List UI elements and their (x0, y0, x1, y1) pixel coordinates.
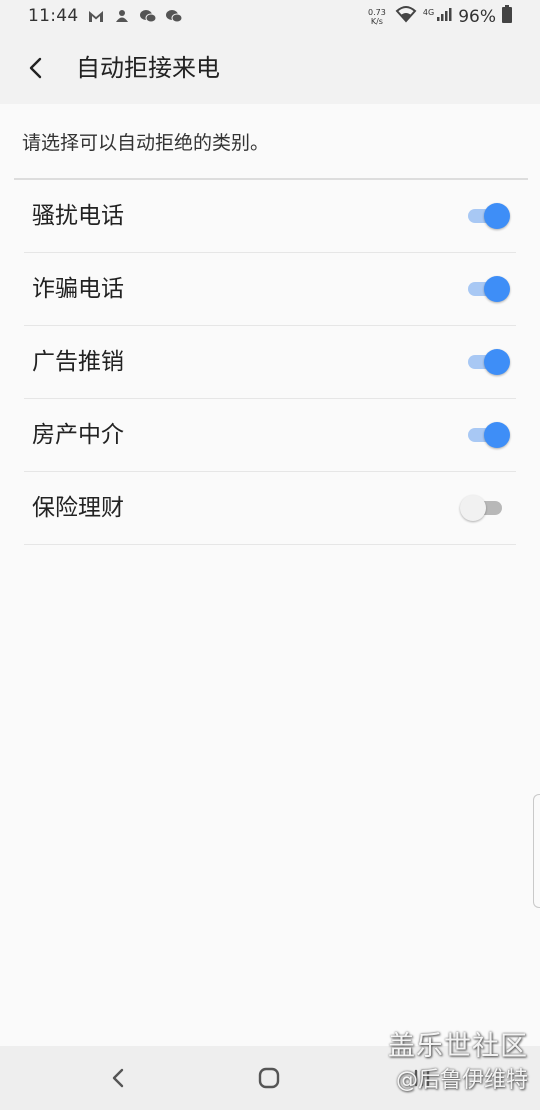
page-title: 自动拒接来电 (76, 54, 220, 82)
description-text: 请选择可以自动拒绝的类别。 (22, 132, 270, 154)
switch-thumb (484, 422, 510, 448)
switch-thumb (484, 349, 510, 375)
switch-thumb (460, 495, 486, 521)
watermark-main: 盖乐世社区 (388, 1031, 528, 1062)
list-item-label: 广告推销 (32, 349, 124, 375)
status-left: 11:44 (28, 6, 183, 26)
toggle-switch[interactable] (460, 495, 504, 521)
gmail-icon (87, 7, 105, 25)
list-item-real-estate[interactable]: 房产中介 (24, 399, 516, 472)
list-item-fraud[interactable]: 诈骗电话 (24, 253, 516, 326)
signal-icon (436, 6, 452, 27)
status-right: 0.73 K/s 4G 96% (365, 5, 512, 28)
list-item-label: 房产中介 (32, 422, 124, 448)
switch-thumb (484, 276, 510, 302)
network-type: 4G (422, 8, 435, 17)
app-header: 自动拒接来电 (0, 32, 540, 104)
back-button[interactable] (18, 50, 54, 86)
list-item-advertising[interactable]: 广告推销 (24, 326, 516, 399)
switch-thumb (484, 203, 510, 229)
net-speed-value: 0.73 (368, 7, 386, 17)
watermark-sub: @后鲁伊维特 (395, 1068, 528, 1093)
list-item-label: 保险理财 (32, 495, 124, 521)
toggle-switch[interactable] (468, 203, 510, 229)
wifi-icon (395, 5, 417, 28)
scroll-handle[interactable] (533, 794, 540, 908)
nav-back-button[interactable] (104, 1064, 132, 1092)
wechat-icon (165, 7, 183, 25)
category-list: 骚扰电话 诈骗电话 广告推销 房产中介 保险理财 (24, 180, 516, 545)
nav-back-icon (112, 1068, 124, 1088)
nav-home-button[interactable] (255, 1064, 283, 1092)
list-item-label: 骚扰电话 (32, 203, 124, 229)
battery-percent: 96% (458, 6, 496, 27)
battery-icon (502, 5, 512, 28)
toggle-switch[interactable] (468, 349, 510, 375)
nav-home-icon (258, 1067, 280, 1089)
net-speed: 0.73 K/s (365, 8, 389, 26)
status-time: 11:44 (28, 6, 79, 26)
wechat-icon (139, 7, 157, 25)
status-bar: 11:44 0.73 K/s 4G 96% (0, 0, 540, 32)
toggle-switch[interactable] (468, 422, 510, 448)
list-item-insurance[interactable]: 保险理财 (24, 472, 516, 545)
notification-icon (113, 7, 131, 25)
chevron-left-icon (29, 57, 42, 79)
toggle-switch[interactable] (468, 276, 510, 302)
list-item-harassment[interactable]: 骚扰电话 (24, 180, 516, 253)
net-speed-unit: K/s (370, 16, 383, 26)
list-item-label: 诈骗电话 (32, 276, 124, 302)
